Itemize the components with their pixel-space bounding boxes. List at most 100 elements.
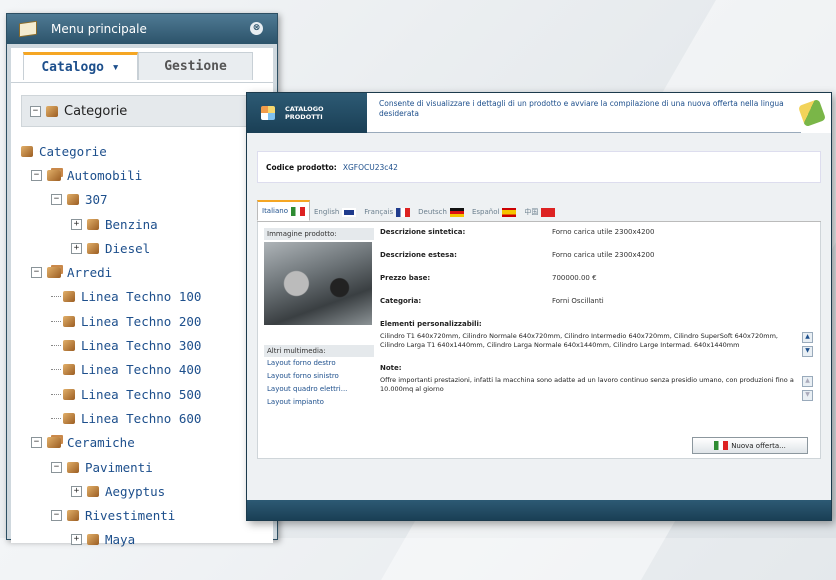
- language-tab[interactable]: Français: [360, 203, 414, 221]
- tree-item[interactable]: Linea Techno 600: [21, 406, 263, 430]
- language-tab-label: English: [314, 208, 340, 216]
- tree-item[interactable]: Linea Techno 100: [21, 285, 263, 309]
- collapse-icon[interactable]: −: [31, 169, 42, 181]
- category-tree-panel: − Categorie Categorie − Automobili −307 + Ben…: [11, 82, 273, 547]
- tree-item[interactable]: − Arredi: [21, 260, 263, 284]
- media-link[interactable]: Layout quadro elettri...: [264, 383, 374, 396]
- tree-item[interactable]: + Maya: [21, 528, 263, 552]
- flag-icon: [342, 207, 357, 217]
- collapse-icon[interactable]: −: [31, 267, 42, 279]
- language-tab[interactable]: Italiano: [257, 200, 310, 221]
- field-value: Forno carica utile 2300x4200: [552, 251, 655, 259]
- collapse-icon[interactable]: −: [51, 194, 62, 206]
- media-links: Layout forno destro Layout forno sinistro…: [264, 357, 374, 409]
- category-icon: [63, 315, 75, 327]
- notes-scroll-up-icon[interactable]: ▲: [802, 376, 813, 387]
- notes-scroll-down-icon[interactable]: ▼: [802, 390, 813, 401]
- language-tab-label: Deutsch: [418, 208, 447, 216]
- italy-flag-icon: [714, 441, 729, 450]
- collapse-icon[interactable]: −: [51, 510, 62, 522]
- tab-catalogo[interactable]: Catalogo ▾: [23, 52, 138, 80]
- category-icon: [63, 291, 75, 303]
- product-details: Immagine prodotto: Altri multimedia: Lay…: [257, 222, 821, 459]
- product-field: Descrizione sintetica: Forno carica utile…: [380, 228, 814, 251]
- category-icon: [63, 388, 75, 400]
- expand-icon[interactable]: +: [71, 242, 82, 254]
- product-catalog-window: CATALOGO PRODOTTI Consente di visualizza…: [246, 92, 832, 521]
- field-value: Forno carica utile 2300x4200: [552, 228, 655, 236]
- collapse-icon[interactable]: −: [30, 105, 41, 117]
- tree-item-label: 307: [85, 192, 108, 208]
- product-code-label: Codice prodotto:: [266, 162, 337, 172]
- tree-item-label: Rivestimenti: [85, 508, 176, 524]
- language-tab[interactable]: Deutsch: [414, 203, 468, 221]
- product-field: Prezzo base: 700000.00 €: [380, 274, 814, 297]
- custom-elements-text: Cilindro T1 640x720mm, Cilindro Normale …: [380, 332, 778, 349]
- book-icon: [19, 20, 37, 38]
- custom-elements-title: Elementi personalizzabili:: [380, 320, 482, 328]
- product-fields: Descrizione sintetica: Forno carica utile…: [380, 228, 814, 320]
- tree-item-label: Maya: [105, 532, 136, 548]
- tree-item[interactable]: − Automobili: [21, 163, 263, 187]
- image-label: Immagine prodotto:: [264, 228, 374, 240]
- category-tree: Categorie − Automobili −307 + Benzina + Diesel −…: [21, 139, 263, 552]
- field-value: Forni Oscillanti: [552, 297, 604, 305]
- tree-item[interactable]: − Ceramiche: [21, 431, 263, 455]
- category-icon: [47, 437, 61, 449]
- scroll-up-icon[interactable]: ▲: [802, 332, 813, 343]
- tree-item[interactable]: + Diesel: [21, 236, 263, 260]
- tree-item[interactable]: + Aegyptus: [21, 479, 263, 503]
- tree-item[interactable]: − Rivestimenti: [21, 503, 263, 527]
- tree-item-label: Aegyptus: [105, 483, 166, 499]
- category-icon: [47, 169, 61, 181]
- tree-item[interactable]: − Pavimenti: [21, 455, 263, 479]
- product-field: Descrizione estesa: Forno carica utile 23…: [380, 251, 814, 274]
- flag-icon: [541, 207, 556, 217]
- language-tab[interactable]: English: [310, 203, 360, 221]
- language-tab[interactable]: 中国: [520, 203, 559, 221]
- tree-item-label: Benzina: [105, 216, 158, 232]
- tree-item[interactable]: + Benzina: [21, 212, 263, 236]
- collapse-icon[interactable]: −: [31, 437, 42, 449]
- expand-icon[interactable]: +: [71, 534, 82, 546]
- tree-item-label: Linea Techno 600: [81, 410, 202, 426]
- field-value: 700000.00 €: [552, 274, 597, 282]
- expand-icon[interactable]: +: [71, 485, 82, 497]
- category-icon: [63, 340, 75, 352]
- tree-connector: [51, 393, 61, 395]
- tree-root-box[interactable]: − Categorie: [21, 95, 263, 127]
- main-menu-header: Menu principale ⊗: [7, 14, 277, 44]
- tree-connector: [51, 296, 61, 298]
- collapse-icon[interactable]: −: [51, 461, 62, 473]
- language-tab-label: Español: [471, 208, 500, 216]
- tree-item[interactable]: Linea Techno 200: [21, 309, 263, 333]
- product-code-value: XGFOCU23c42: [342, 162, 398, 172]
- badge-line-2: PRODOTTI: [285, 113, 323, 121]
- main-menu-title: Menu principale: [51, 22, 147, 36]
- tree-item[interactable]: Linea Techno 400: [21, 358, 263, 382]
- main-menu-panel: Menu principale ⊗ Catalogo ▾ Gestione − …: [6, 13, 278, 547]
- language-tab[interactable]: Español: [468, 203, 520, 221]
- tree-item[interactable]: Categorie: [21, 139, 263, 163]
- tree-item-label: Diesel: [105, 240, 151, 256]
- tree-connector: [51, 320, 61, 322]
- tab-gestione[interactable]: Gestione: [138, 52, 253, 80]
- tree-item[interactable]: − 307: [21, 188, 263, 212]
- window-footer: [247, 500, 831, 520]
- media-link[interactable]: Layout forno destro: [264, 357, 374, 370]
- product-code-bar: Codice prodotto: XGFOCU23c42: [257, 151, 821, 183]
- new-offer-button[interactable]: Nuova offerta...: [692, 437, 808, 454]
- close-icon[interactable]: ⊗: [250, 22, 263, 35]
- media-link[interactable]: Layout impianto: [264, 396, 374, 409]
- category-icon: [47, 267, 61, 279]
- tree-item[interactable]: Linea Techno 500: [21, 382, 263, 406]
- field-label: Descrizione sintetica:: [380, 228, 466, 236]
- tree-item[interactable]: Linea Techno 300: [21, 333, 263, 357]
- tree-item-label: Linea Techno 500: [81, 386, 202, 402]
- expand-icon[interactable]: +: [71, 218, 82, 230]
- media-link[interactable]: Layout forno sinistro: [264, 370, 374, 383]
- flag-icon: [449, 207, 464, 217]
- flag-icon: [396, 207, 411, 217]
- category-icon: [87, 485, 99, 497]
- scroll-down-icon[interactable]: ▼: [802, 346, 813, 357]
